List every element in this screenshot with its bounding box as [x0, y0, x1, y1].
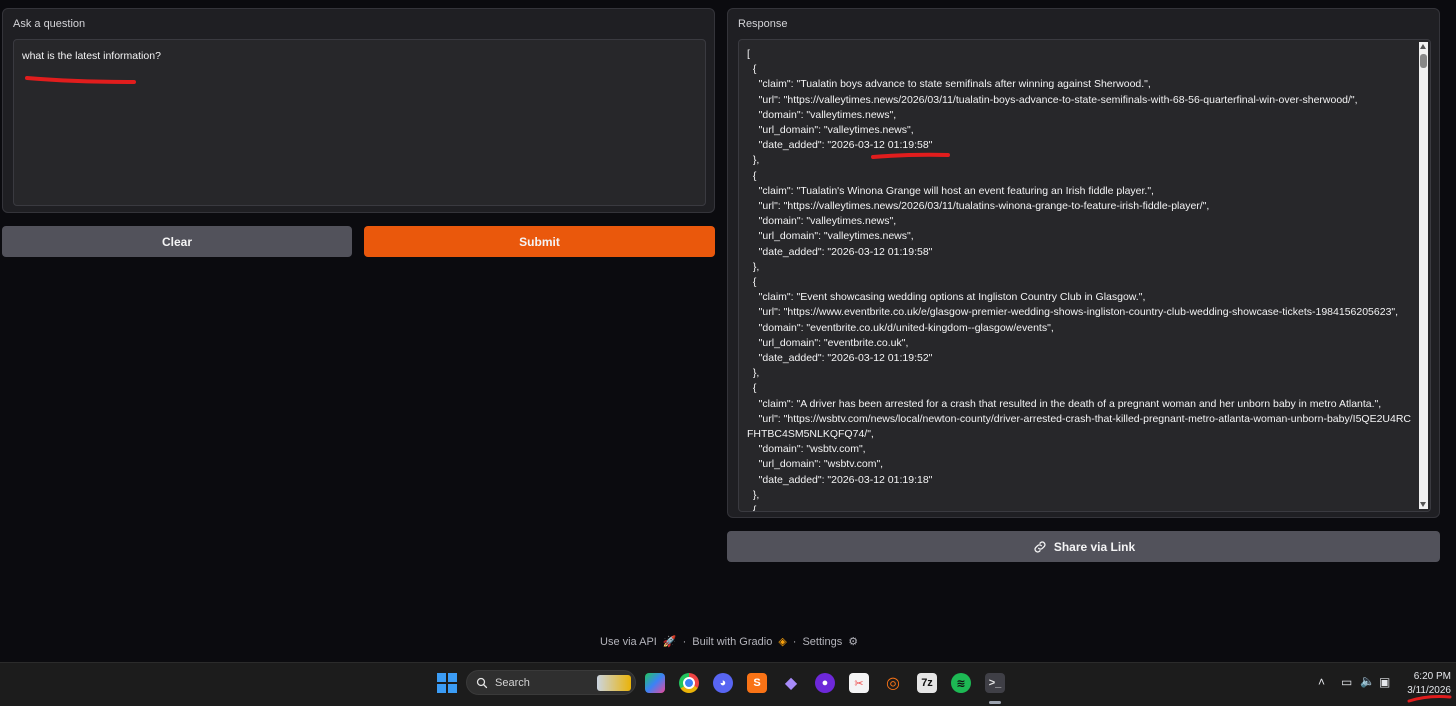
- response-scrollbar[interactable]: [1419, 42, 1428, 509]
- annotation-underline-date: [871, 152, 950, 159]
- gradio-logo-icon: ◈: [778, 636, 787, 648]
- clock-time[interactable]: 6:20 PM: [1405, 671, 1451, 682]
- terminal-icon[interactable]: >_: [985, 673, 1005, 693]
- search-highlight-image: [597, 675, 631, 691]
- taskbar-search[interactable]: Search: [466, 670, 636, 695]
- settings-link[interactable]: Settings: [802, 636, 842, 648]
- scroll-up-arrow-icon[interactable]: [1420, 44, 1426, 49]
- search-icon: [476, 677, 488, 689]
- built-with-gradio-link[interactable]: Built with Gradio: [692, 636, 772, 648]
- jupyter-icon[interactable]: ◎: [883, 673, 903, 693]
- question-panel: Ask a question what is the latest inform…: [2, 8, 715, 213]
- response-panel: Response [ { "claim": "Tualatin boys adv…: [727, 8, 1440, 518]
- discord-icon[interactable]: ◕: [713, 673, 733, 693]
- use-api-link[interactable]: Use via API: [600, 636, 657, 648]
- obsidian-icon[interactable]: ◆: [781, 673, 801, 693]
- response-text: [ { "claim": "Tualatin boys advance to s…: [747, 48, 1412, 512]
- volume-icon[interactable]: 🔈: [1360, 674, 1375, 688]
- share-link-label: Share via Link: [1053, 539, 1136, 554]
- annotation-underline-question: [25, 76, 136, 84]
- footer-separator: ·: [682, 635, 687, 648]
- footer-separator: ·: [792, 635, 797, 648]
- scroll-thumb[interactable]: [1420, 54, 1427, 68]
- copilot-icon[interactable]: [645, 673, 665, 693]
- battery-icon[interactable]: ▣: [1379, 675, 1390, 689]
- submit-button[interactable]: Submit: [364, 226, 715, 257]
- github-icon[interactable]: ●: [815, 673, 835, 693]
- chrome-icon[interactable]: [679, 673, 699, 693]
- annotation-underline-clock: [1407, 695, 1452, 703]
- response-output[interactable]: [ { "claim": "Tualatin boys advance to s…: [738, 39, 1431, 512]
- spotify-icon[interactable]: ≋: [951, 673, 971, 693]
- network-icon[interactable]: ▭: [1341, 675, 1352, 689]
- question-input-value: what is the latest information?: [22, 50, 161, 62]
- share-link-button[interactable]: Share via Link: [727, 531, 1440, 562]
- gear-icon: ⚙: [848, 636, 859, 648]
- search-placeholder: Search: [495, 677, 530, 689]
- response-label: Response: [738, 18, 788, 30]
- snipping-tool-icon[interactable]: ✂: [849, 673, 869, 693]
- terminal-active-indicator: [989, 701, 1001, 704]
- question-label: Ask a question: [13, 18, 86, 30]
- sublime-icon[interactable]: S: [747, 673, 767, 693]
- clear-button[interactable]: Clear: [2, 226, 352, 257]
- question-input[interactable]: what is the latest information?: [13, 39, 706, 206]
- chevron-up-icon[interactable]: ˄: [1318, 675, 1325, 689]
- link-icon: [1034, 540, 1046, 553]
- rocket-icon: 🚀: [662, 636, 677, 648]
- scroll-down-arrow-icon[interactable]: [1420, 502, 1426, 507]
- gradio-footer: Use via API 🚀 · Built with Gradio ◈ · Se…: [600, 635, 859, 649]
- 7zip-icon[interactable]: 7z: [917, 673, 937, 693]
- windows-taskbar: Search ◕ S ◆ ● ✂ ◎ 7z ≋ >_ ˄ ▭ 🔈 ▣ 6:20 …: [0, 662, 1456, 706]
- windows-start-icon[interactable]: [437, 673, 457, 693]
